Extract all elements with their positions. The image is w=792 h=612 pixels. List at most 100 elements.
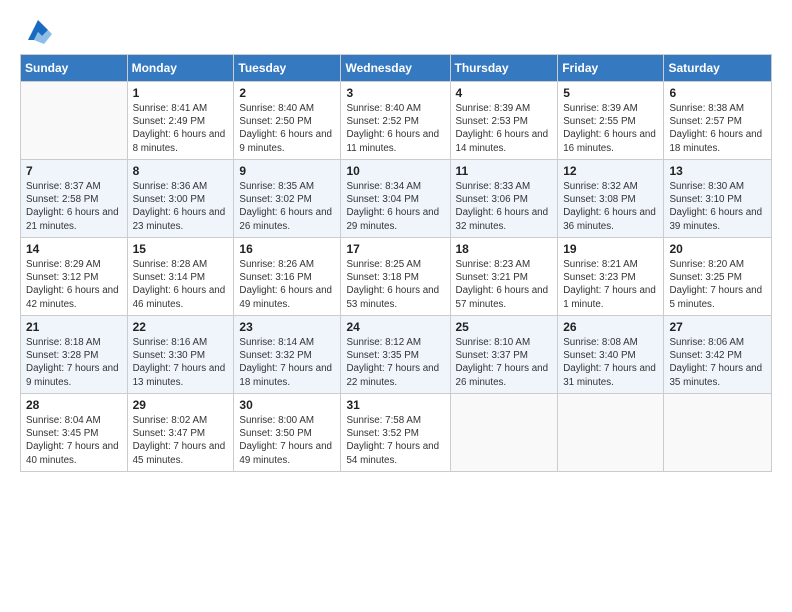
day-info: Sunrise: 8:39 AMSunset: 2:53 PMDaylight:… bbox=[456, 102, 553, 155]
table-row bbox=[21, 82, 128, 160]
table-row: 15 Sunrise: 8:28 AMSunset: 3:14 PMDayligh… bbox=[127, 238, 234, 316]
day-number: 25 bbox=[456, 320, 553, 334]
table-row: 28Sunrise: 8:04 AMSunset: 3:45 PMDayligh… bbox=[21, 394, 128, 472]
day-number: 4 bbox=[456, 86, 553, 100]
day-info: Sunrise: 8:10 AMSunset: 3:37 PMDaylight:… bbox=[456, 336, 553, 389]
table-row: 10 Sunrise: 8:34 AMSunset: 3:04 PMDayligh… bbox=[341, 160, 450, 238]
day-number: 20 bbox=[669, 242, 766, 256]
table-row: 21 Sunrise: 8:18 AMSunset: 3:28 PMDayligh… bbox=[21, 316, 128, 394]
day-number: 9 bbox=[239, 164, 335, 178]
day-info: Sunrise: 8:23 AMSunset: 3:21 PMDaylight:… bbox=[456, 258, 553, 311]
day-info: Sunrise: 8:14 AMSunset: 3:32 PMDaylight:… bbox=[239, 336, 335, 389]
day-info: Sunrise: 8:20 AMSunset: 3:25 PMDaylight:… bbox=[669, 258, 766, 311]
day-number: 19 bbox=[563, 242, 658, 256]
day-info: Sunrise: 8:35 AMSunset: 3:02 PMDaylight:… bbox=[239, 180, 335, 233]
day-info: Sunrise: 8:34 AMSunset: 3:04 PMDaylight:… bbox=[346, 180, 444, 233]
page: Sunday Monday Tuesday Wednesday Thursday… bbox=[0, 0, 792, 612]
table-row: 16 Sunrise: 8:26 AMSunset: 3:16 PMDayligh… bbox=[234, 238, 341, 316]
day-number: 29 bbox=[133, 398, 229, 412]
calendar-week-row: 21 Sunrise: 8:18 AMSunset: 3:28 PMDayligh… bbox=[21, 316, 772, 394]
header bbox=[20, 16, 772, 44]
col-monday: Monday bbox=[127, 55, 234, 82]
day-info: Sunrise: 8:40 AMSunset: 2:52 PMDaylight:… bbox=[346, 102, 444, 155]
day-info: Sunrise: 8:18 AMSunset: 3:28 PMDaylight:… bbox=[26, 336, 122, 389]
logo-icon bbox=[24, 16, 52, 44]
day-info: Sunrise: 8:36 AMSunset: 3:00 PMDaylight:… bbox=[133, 180, 229, 233]
day-number: 26 bbox=[563, 320, 658, 334]
table-row: 25 Sunrise: 8:10 AMSunset: 3:37 PMDayligh… bbox=[450, 316, 558, 394]
calendar-header-row: Sunday Monday Tuesday Wednesday Thursday… bbox=[21, 55, 772, 82]
day-info: Sunrise: 8:41 AMSunset: 2:49 PMDaylight:… bbox=[133, 102, 229, 155]
day-info: Sunrise: 8:40 AMSunset: 2:50 PMDaylight:… bbox=[239, 102, 335, 155]
table-row: 27 Sunrise: 8:06 AMSunset: 3:42 PMDayligh… bbox=[664, 316, 772, 394]
day-number: 23 bbox=[239, 320, 335, 334]
calendar-week-row: 7 Sunrise: 8:37 AMSunset: 2:58 PMDaylight… bbox=[21, 160, 772, 238]
table-row: 26Sunrise: 8:08 AMSunset: 3:40 PMDayligh… bbox=[558, 316, 664, 394]
logo bbox=[20, 16, 52, 44]
day-info: Sunrise: 8:33 AMSunset: 3:06 PMDaylight:… bbox=[456, 180, 553, 233]
col-tuesday: Tuesday bbox=[234, 55, 341, 82]
day-number: 21 bbox=[26, 320, 122, 334]
table-row: 18 Sunrise: 8:23 AMSunset: 3:21 PMDayligh… bbox=[450, 238, 558, 316]
table-row: 5Sunrise: 8:39 AMSunset: 2:55 PMDaylight… bbox=[558, 82, 664, 160]
day-number: 3 bbox=[346, 86, 444, 100]
day-number: 16 bbox=[239, 242, 335, 256]
table-row: 29 Sunrise: 8:02 AMSunset: 3:47 PMDayligh… bbox=[127, 394, 234, 472]
day-info: Sunrise: 8:00 AMSunset: 3:50 PMDaylight:… bbox=[239, 414, 335, 467]
day-number: 2 bbox=[239, 86, 335, 100]
table-row: 30 Sunrise: 8:00 AMSunset: 3:50 PMDayligh… bbox=[234, 394, 341, 472]
day-number: 12 bbox=[563, 164, 658, 178]
table-row: 23 Sunrise: 8:14 AMSunset: 3:32 PMDayligh… bbox=[234, 316, 341, 394]
table-row: 17Sunrise: 8:25 AMSunset: 3:18 PMDayligh… bbox=[341, 238, 450, 316]
table-row: 12 Sunrise: 8:32 AMSunset: 3:08 PMDayligh… bbox=[558, 160, 664, 238]
day-number: 8 bbox=[133, 164, 229, 178]
day-number: 24 bbox=[346, 320, 444, 334]
day-number: 7 bbox=[26, 164, 122, 178]
table-row: 1Sunrise: 8:41 AMSunset: 2:49 PMDaylight… bbox=[127, 82, 234, 160]
table-row: 2 Sunrise: 8:40 AMSunset: 2:50 PMDaylight… bbox=[234, 82, 341, 160]
day-info: Sunrise: 8:29 AMSunset: 3:12 PMDaylight:… bbox=[26, 258, 122, 311]
col-thursday: Thursday bbox=[450, 55, 558, 82]
table-row: 24 Sunrise: 8:12 AMSunset: 3:35 PMDayligh… bbox=[341, 316, 450, 394]
calendar-week-row: 1Sunrise: 8:41 AMSunset: 2:49 PMDaylight… bbox=[21, 82, 772, 160]
day-number: 14 bbox=[26, 242, 122, 256]
col-sunday: Sunday bbox=[21, 55, 128, 82]
col-wednesday: Wednesday bbox=[341, 55, 450, 82]
day-info: Sunrise: 8:06 AMSunset: 3:42 PMDaylight:… bbox=[669, 336, 766, 389]
day-info: Sunrise: 8:32 AMSunset: 3:08 PMDaylight:… bbox=[563, 180, 658, 233]
table-row: 11 Sunrise: 8:33 AMSunset: 3:06 PMDayligh… bbox=[450, 160, 558, 238]
day-number: 6 bbox=[669, 86, 766, 100]
day-number: 31 bbox=[346, 398, 444, 412]
day-info: Sunrise: 8:25 AMSunset: 3:18 PMDaylight:… bbox=[346, 258, 444, 311]
day-info: Sunrise: 8:28 AMSunset: 3:14 PMDaylight:… bbox=[133, 258, 229, 311]
day-info: Sunrise: 8:39 AMSunset: 2:55 PMDaylight:… bbox=[563, 102, 658, 155]
table-row: 20 Sunrise: 8:20 AMSunset: 3:25 PMDayligh… bbox=[664, 238, 772, 316]
day-number: 13 bbox=[669, 164, 766, 178]
table-row: 8 Sunrise: 8:36 AMSunset: 3:00 PMDaylight… bbox=[127, 160, 234, 238]
table-row: 9 Sunrise: 8:35 AMSunset: 3:02 PMDaylight… bbox=[234, 160, 341, 238]
table-row bbox=[664, 394, 772, 472]
col-saturday: Saturday bbox=[664, 55, 772, 82]
day-info: Sunrise: 8:12 AMSunset: 3:35 PMDaylight:… bbox=[346, 336, 444, 389]
col-friday: Friday bbox=[558, 55, 664, 82]
day-info: Sunrise: 8:02 AMSunset: 3:47 PMDaylight:… bbox=[133, 414, 229, 467]
calendar-week-row: 14 Sunrise: 8:29 AMSunset: 3:12 PMDayligh… bbox=[21, 238, 772, 316]
day-number: 11 bbox=[456, 164, 553, 178]
calendar-week-row: 28Sunrise: 8:04 AMSunset: 3:45 PMDayligh… bbox=[21, 394, 772, 472]
table-row bbox=[558, 394, 664, 472]
day-info: Sunrise: 8:37 AMSunset: 2:58 PMDaylight:… bbox=[26, 180, 122, 233]
day-number: 15 bbox=[133, 242, 229, 256]
table-row: 3 Sunrise: 8:40 AMSunset: 2:52 PMDaylight… bbox=[341, 82, 450, 160]
day-info: Sunrise: 8:38 AMSunset: 2:57 PMDaylight:… bbox=[669, 102, 766, 155]
table-row: 13Sunrise: 8:30 AMSunset: 3:10 PMDayligh… bbox=[664, 160, 772, 238]
day-number: 10 bbox=[346, 164, 444, 178]
table-row: 31Sunrise: 7:58 AMSunset: 3:52 PMDayligh… bbox=[341, 394, 450, 472]
day-number: 27 bbox=[669, 320, 766, 334]
table-row: 7 Sunrise: 8:37 AMSunset: 2:58 PMDaylight… bbox=[21, 160, 128, 238]
day-info: Sunrise: 8:16 AMSunset: 3:30 PMDaylight:… bbox=[133, 336, 229, 389]
day-info: Sunrise: 8:26 AMSunset: 3:16 PMDaylight:… bbox=[239, 258, 335, 311]
day-info: Sunrise: 8:21 AMSunset: 3:23 PMDaylight:… bbox=[563, 258, 658, 311]
table-row bbox=[450, 394, 558, 472]
day-number: 18 bbox=[456, 242, 553, 256]
day-number: 30 bbox=[239, 398, 335, 412]
